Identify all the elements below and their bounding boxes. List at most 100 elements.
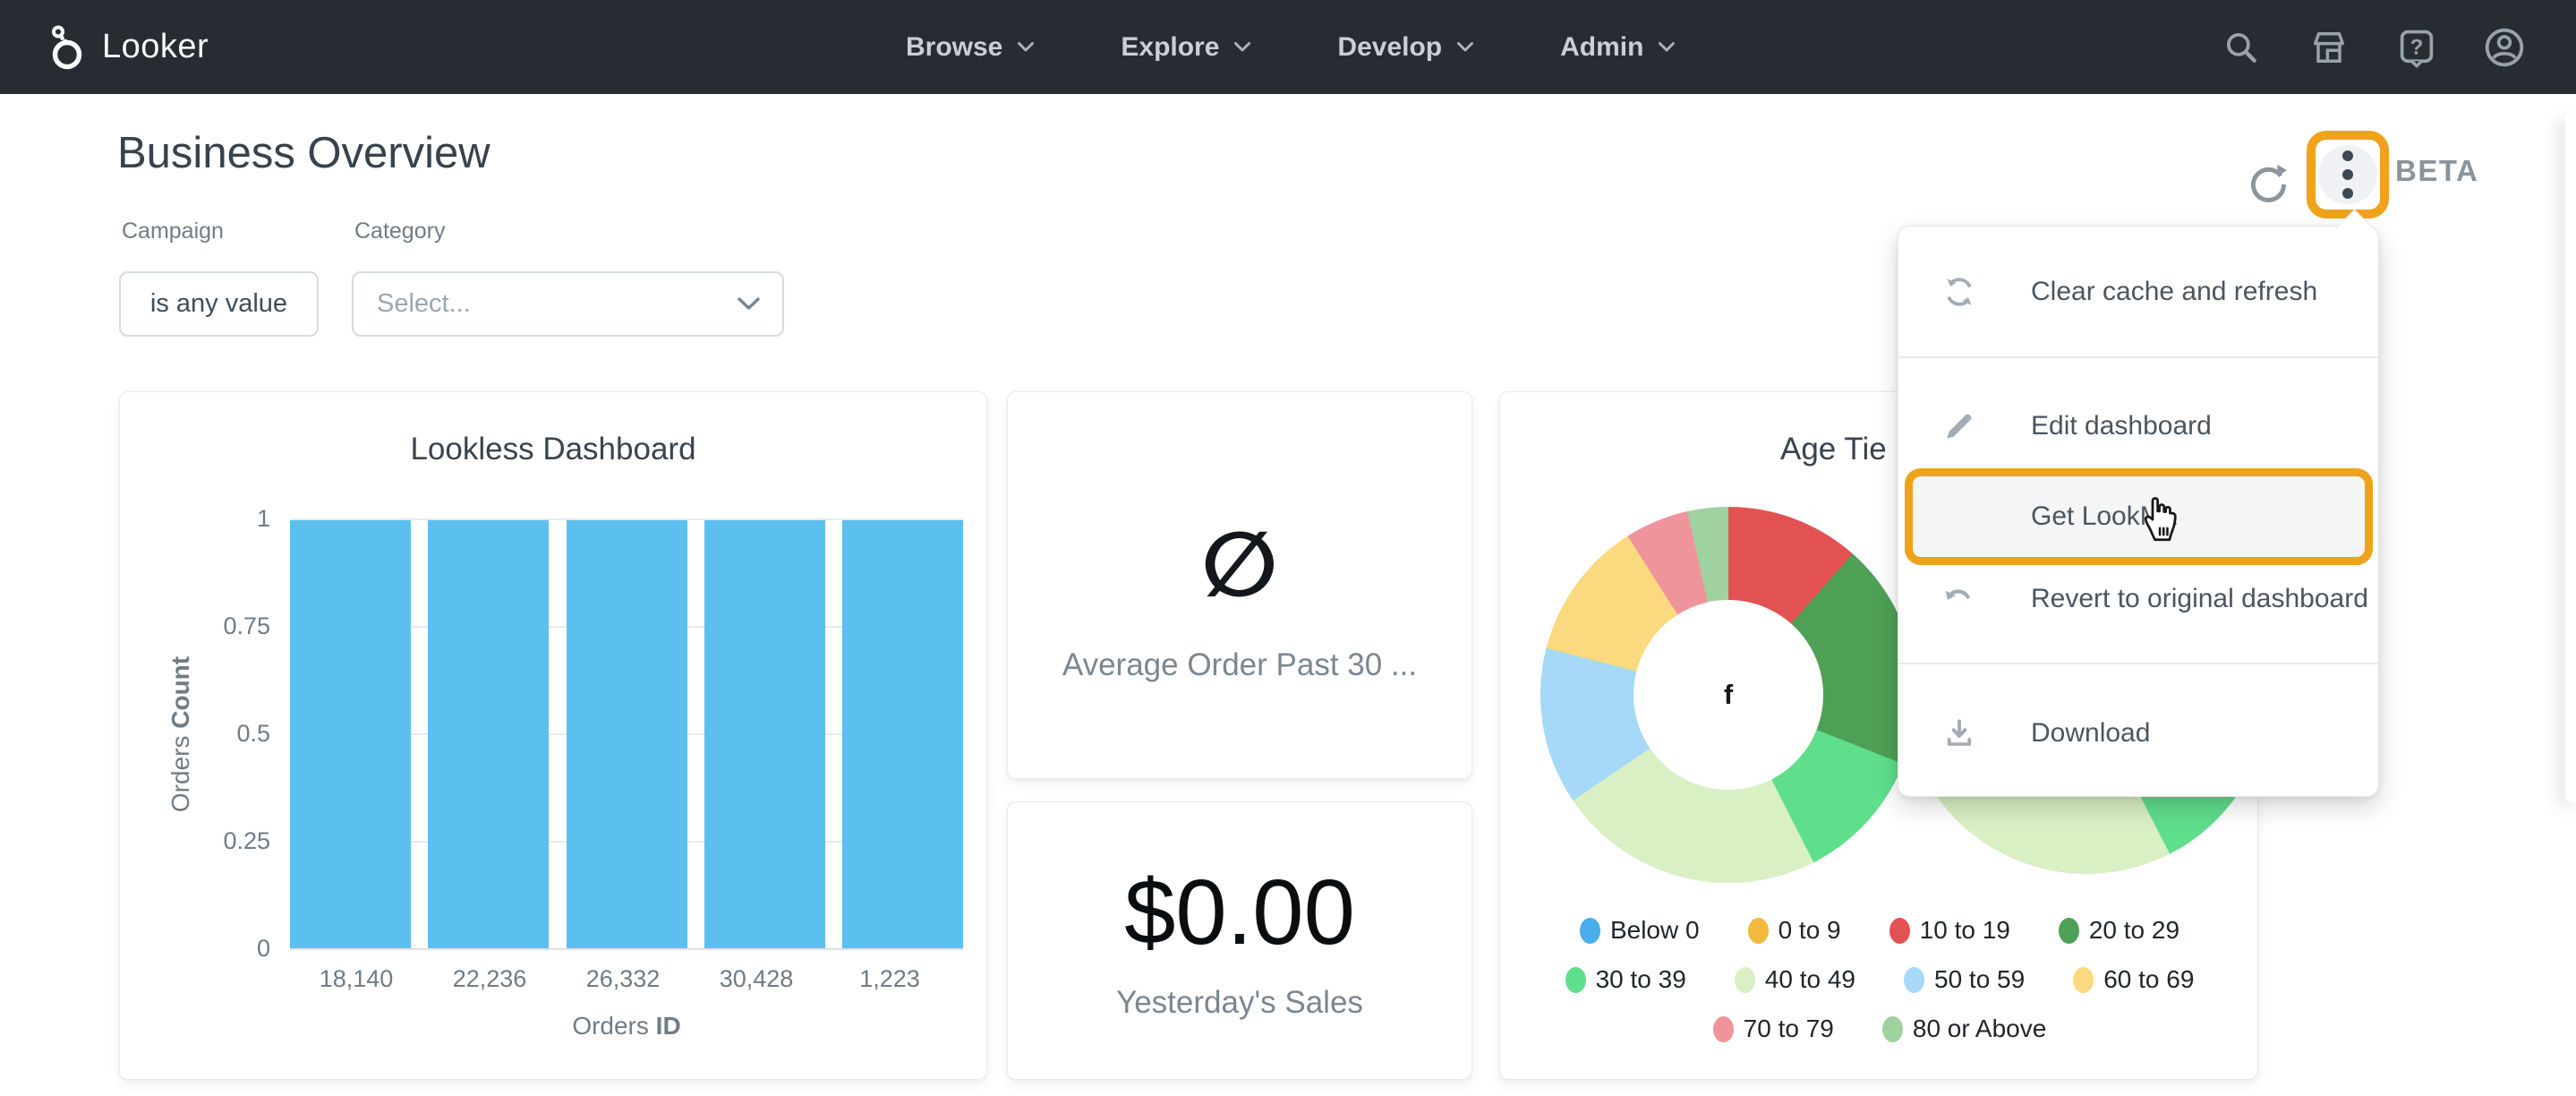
legend-dot: [1889, 918, 1910, 944]
legend-row: Below 0 0 to 9 10 to 19 20 to 29: [1527, 916, 2232, 945]
category-filter-select[interactable]: Select...: [352, 271, 784, 337]
legend-item-40-to-49[interactable]: 40 to 49: [1735, 965, 1855, 994]
chevron-down-icon: [1017, 41, 1035, 53]
nav-item-admin[interactable]: Admin: [1560, 32, 1676, 63]
undo-icon: [1941, 581, 1977, 617]
marketplace-icon[interactable]: [2300, 19, 2358, 76]
refresh-dashboard-button[interactable]: [2243, 159, 2293, 210]
x-tick-label: 26,332: [547, 965, 699, 993]
nav-icons: ?: [2213, 0, 2533, 94]
menu-item-label: Clear cache and refresh: [2031, 277, 2317, 307]
search-icon[interactable]: [2213, 19, 2270, 76]
chevron-down-icon: [737, 296, 761, 312]
x-tick-label: 18,140: [280, 965, 432, 993]
menu-item-download[interactable]: Download: [1898, 694, 2378, 773]
looker-logo-icon: [47, 23, 90, 72]
refresh-icon: [2246, 162, 2290, 207]
looker-logo-text: Looker: [102, 28, 209, 66]
chevron-down-icon: [1233, 41, 1251, 53]
campaign-filter-value: is any value: [150, 289, 287, 319]
category-filter-placeholder: Select...: [377, 289, 471, 319]
chevron-down-icon: [1658, 41, 1676, 53]
tile-lookless-dashboard: Lookless Dashboard Orders Count 1 0.75 0…: [119, 391, 987, 1080]
bar-30428: [704, 520, 825, 948]
campaign-filter-button[interactable]: is any value: [119, 271, 319, 337]
bar-18140: [290, 520, 411, 948]
nav-item-label: Explore: [1121, 32, 1219, 63]
beta-badge: BETA: [2395, 154, 2478, 188]
average-order-label: Average Order Past 30 ...: [1062, 647, 1417, 683]
legend-item-0-to-9[interactable]: 0 to 9: [1748, 916, 1841, 945]
legend-item-50-to-59[interactable]: 50 to 59: [1904, 965, 2025, 994]
sales-value: $0.00: [1124, 866, 1355, 958]
menu-divider: [1898, 663, 2378, 664]
legend-item-30-to-39[interactable]: 30 to 39: [1565, 965, 1686, 994]
y-tick-label: 0.75: [190, 611, 270, 641]
download-icon: [1941, 715, 1977, 751]
top-navbar: Looker Browse Explore Develop Admin: [0, 0, 2576, 94]
nav-item-label: Admin: [1560, 32, 1643, 63]
y-tick-label: 0.25: [190, 826, 270, 856]
legend-item-60-to-69[interactable]: 60 to 69: [2073, 965, 2194, 994]
page-title: Business Overview: [117, 128, 490, 178]
nav-item-explore[interactable]: Explore: [1121, 32, 1251, 63]
null-value-symbol: ∅: [1201, 520, 1278, 610]
legend-item-below-0[interactable]: Below 0: [1580, 916, 1700, 945]
sales-label: Yesterday's Sales: [1116, 985, 1363, 1021]
dashboard-actions-kebab-button[interactable]: [2318, 145, 2377, 204]
x-tick-label: 30,428: [680, 965, 832, 993]
menu-item-revert-dashboard[interactable]: Revert to original dashboard: [1898, 560, 2378, 638]
menu-item-label: Revert to original dashboard: [2031, 584, 2368, 614]
help-icon[interactable]: ?: [2388, 19, 2445, 76]
bar-1223: [842, 520, 963, 948]
legend-dot: [1882, 1016, 1903, 1042]
dashboard-actions-menu: Clear cache and refresh Edit dashboard G…: [1898, 226, 2379, 797]
menu-item-clear-cache[interactable]: Clear cache and refresh: [1898, 253, 2378, 331]
menu-item-edit-dashboard[interactable]: Edit dashboard: [1898, 387, 2378, 466]
refresh-cw-icon: [1941, 274, 1977, 310]
category-filter-label: Category: [354, 218, 445, 244]
legend-dot: [1565, 967, 1586, 993]
legend-dot: [2059, 918, 2079, 944]
legend-dot: [1904, 967, 1924, 993]
bar-chart-title: Lookless Dashboard: [120, 432, 986, 467]
x-tick-label: 1,223: [814, 965, 966, 993]
bar-series: [290, 520, 963, 948]
pointer-cursor-icon: [2138, 491, 2185, 547]
legend-row: 70 to 79 80 or Above: [1527, 1015, 2232, 1043]
legend-item-20-to-29[interactable]: 20 to 29: [2059, 916, 2179, 945]
svg-text:?: ?: [2410, 35, 2424, 59]
legend-item-70-to-79[interactable]: 70 to 79: [1713, 1015, 1834, 1043]
y-tick-label: 1: [190, 503, 270, 534]
looker-dashboard-page: Looker Browse Explore Develop Admin: [0, 0, 2576, 1096]
looker-logo[interactable]: Looker: [47, 0, 209, 94]
nav-item-label: Develop: [1337, 32, 1442, 63]
legend-dot: [1735, 967, 1755, 993]
scrollbar[interactable]: [2565, 113, 2576, 802]
nav-item-browse[interactable]: Browse: [906, 32, 1035, 63]
legend-row: 30 to 39 40 to 49 50 to 59 60 to 69: [1527, 965, 2232, 994]
kebab-highlight-box: [2307, 131, 2389, 218]
menu-item-label: Download: [2031, 718, 2150, 749]
age-tier-title: Age Tie: [1780, 432, 1887, 467]
tile-yesterdays-sales: $0.00 Yesterday's Sales: [1007, 801, 1472, 1080]
y-tick-label: 0: [190, 933, 270, 963]
donut-chart-female: f: [1540, 507, 1916, 883]
pencil-icon: [1941, 408, 1977, 444]
menu-item-get-lookml[interactable]: Get LookML: [1905, 468, 2373, 565]
bar-26332: [567, 520, 687, 948]
nav-menus: Browse Explore Develop Admin: [906, 0, 1676, 94]
menu-divider: [1898, 356, 2378, 358]
nav-item-label: Browse: [906, 32, 1002, 63]
account-icon[interactable]: [2476, 19, 2533, 76]
bar-22236: [428, 520, 549, 948]
y-tick-label: 0.5: [190, 718, 270, 749]
nav-item-develop[interactable]: Develop: [1337, 32, 1474, 63]
x-axis-line: [290, 948, 963, 950]
legend-dot: [1713, 1016, 1734, 1042]
donut-center-label: f: [1633, 600, 1823, 790]
legend-item-80-or-above[interactable]: 80 or Above: [1882, 1015, 2046, 1043]
legend-item-10-to-19[interactable]: 10 to 19: [1889, 916, 2010, 945]
campaign-filter-label: Campaign: [122, 218, 224, 244]
legend-dot: [1580, 918, 1600, 944]
